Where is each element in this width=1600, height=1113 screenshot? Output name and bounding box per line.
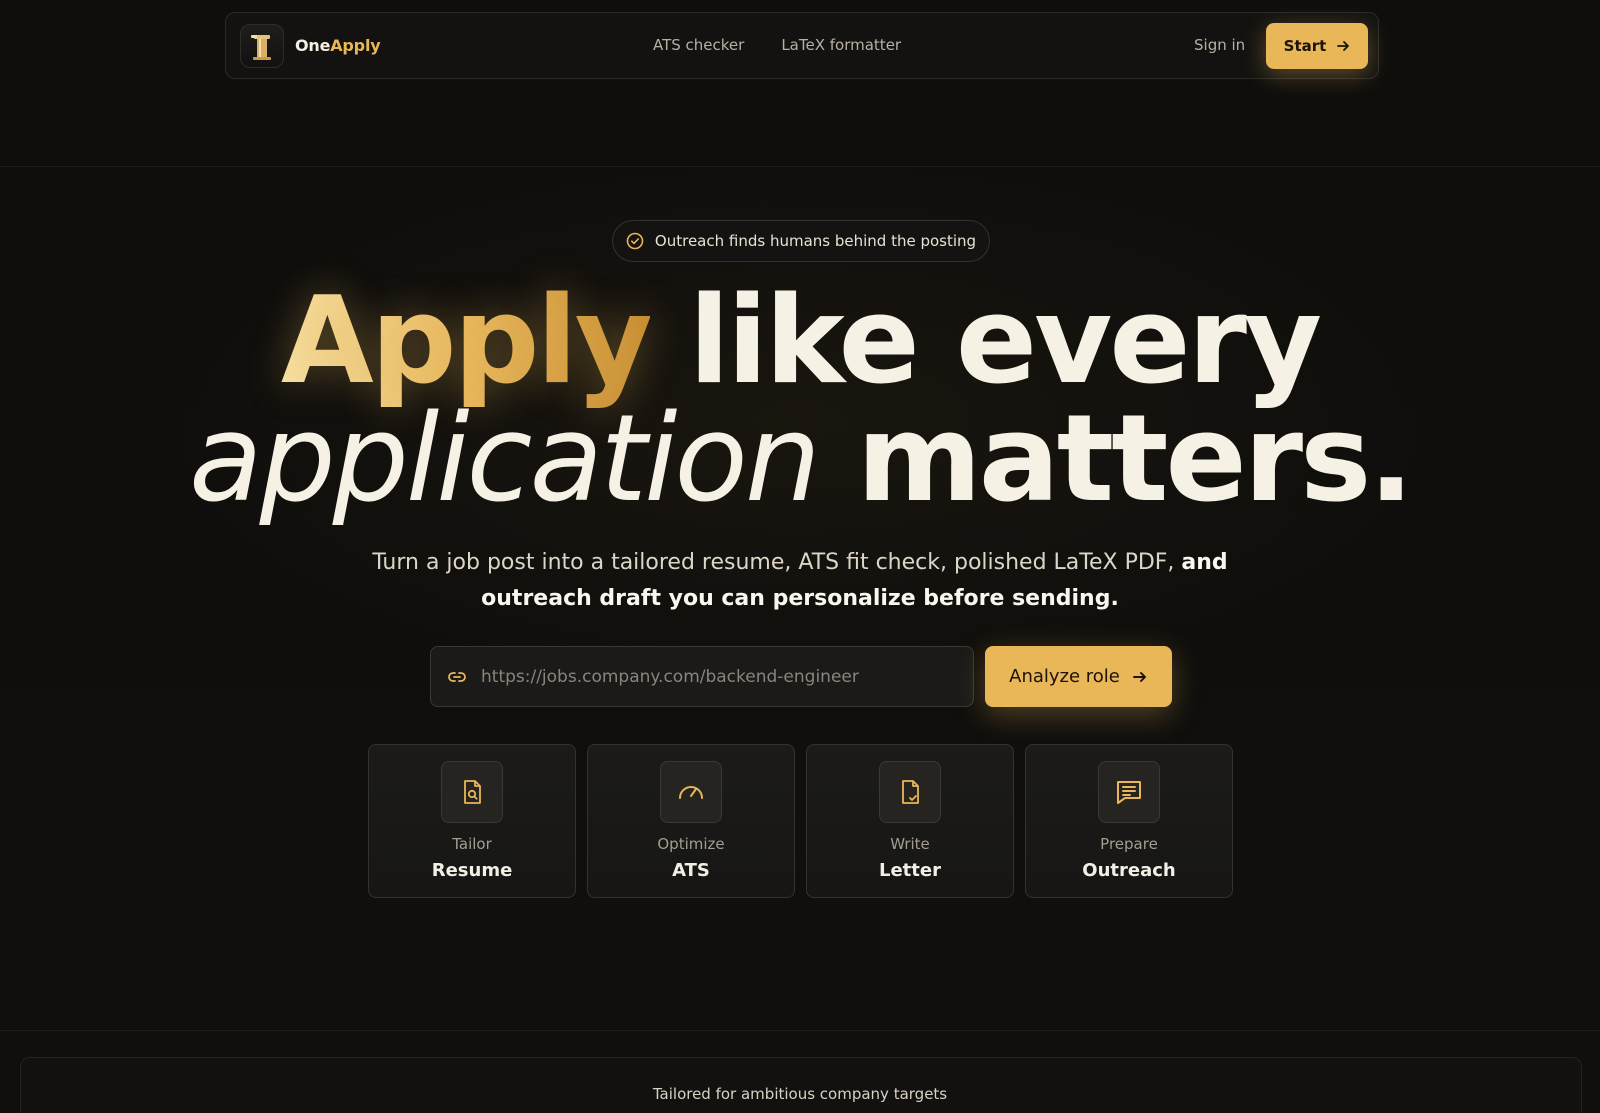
document-check-icon <box>879 761 941 823</box>
start-button[interactable]: Start <box>1266 23 1368 69</box>
companies-heading: Tailored for ambitious company targets <box>652 1085 948 1103</box>
resume-search-icon <box>441 761 503 823</box>
analyze-role-label: Analyze role <box>1009 666 1120 687</box>
job-url-field[interactable] <box>430 646 974 707</box>
card-title: Letter <box>879 860 941 881</box>
badge-text: Outreach finds humans behind the posting <box>654 232 977 250</box>
section-divider <box>0 1030 1600 1031</box>
card-small-label: Optimize <box>657 835 725 853</box>
top-navbar: OneApply ATS checker LaTeX formatter Sig… <box>225 12 1379 79</box>
nav-link-ats-checker[interactable]: ATS checker <box>653 36 744 54</box>
subtitle-part-1: Turn a job post into a tailored resume, … <box>372 550 1175 575</box>
gauge-icon <box>660 761 722 823</box>
arrow-right-icon <box>1132 671 1146 682</box>
card-title: Outreach <box>1082 860 1176 881</box>
hero-italic-word: application <box>188 390 821 529</box>
card-small-label: Write <box>890 835 930 853</box>
hero-title-line-1: Apply like every <box>0 276 1600 408</box>
hero-title-line-2: application matters. <box>0 394 1600 526</box>
message-icon <box>1098 761 1160 823</box>
link-icon <box>448 672 466 682</box>
card-title: ATS <box>672 860 710 881</box>
card-small-label: Tailor <box>452 835 492 853</box>
check-circle-icon <box>626 232 644 250</box>
header-divider <box>0 166 1600 167</box>
brand-apply: Apply <box>330 36 381 55</box>
job-url-input[interactable] <box>481 647 961 706</box>
feature-card-letter[interactable]: Write Letter <box>806 744 1014 898</box>
card-title: Resume <box>431 860 513 881</box>
hero-subtitle: Turn a job post into a tailored resume, … <box>320 545 1280 617</box>
hero-line2-rest: matters. <box>856 390 1414 529</box>
brand-name[interactable]: OneApply <box>295 36 381 55</box>
feature-card-outreach[interactable]: Prepare Outreach <box>1025 744 1233 898</box>
arrow-right-icon <box>1337 41 1350 51</box>
announcement-badge: Outreach finds humans behind the posting <box>612 220 990 262</box>
nav-link-latex-formatter[interactable]: LaTeX formatter <box>781 36 901 54</box>
sign-in-link[interactable]: Sign in <box>1194 36 1245 54</box>
feature-card-ats[interactable]: Optimize ATS <box>587 744 795 898</box>
start-button-label: Start <box>1283 37 1327 55</box>
analyze-role-button[interactable]: Analyze role <box>985 646 1172 707</box>
brand-one: One <box>295 36 331 55</box>
feature-cards: Tailor Resume Optimize ATS Write Letter <box>368 744 1233 898</box>
card-small-label: Prepare <box>1100 835 1158 853</box>
logo-icon[interactable] <box>240 24 284 68</box>
feature-card-resume[interactable]: Tailor Resume <box>368 744 576 898</box>
